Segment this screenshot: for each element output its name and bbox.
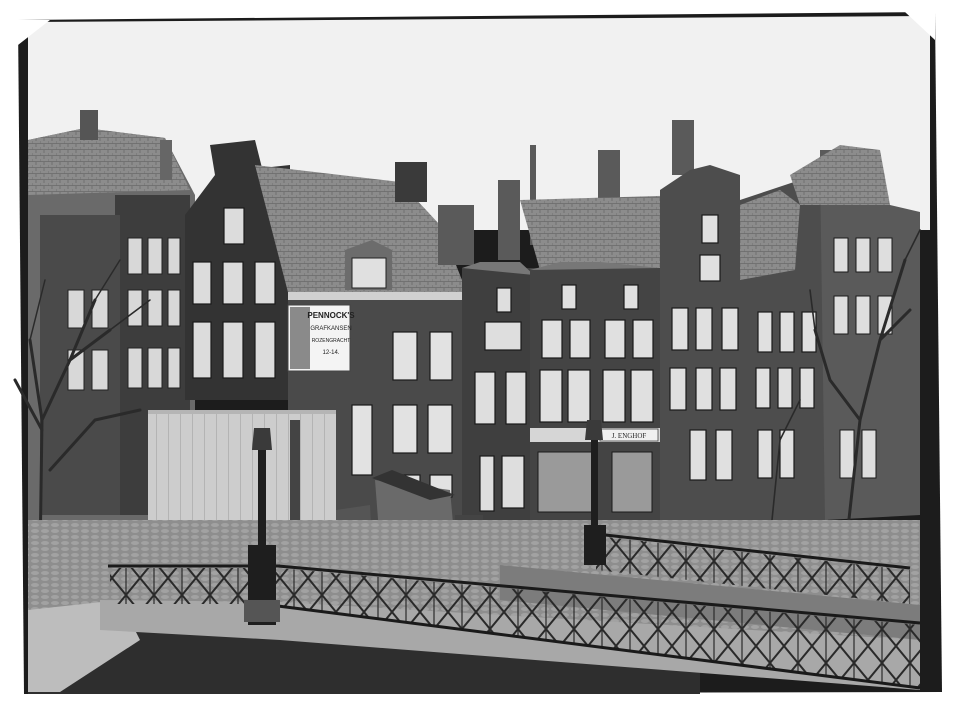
building-center-narrow: [462, 262, 534, 538]
advertising-poster: PENNOCK'S GRAFKANSEN ROZENGRACHT 12-14.: [287, 304, 355, 372]
photo-canvas: PENNOCK'S GRAFKANSEN ROZENGRACHT 12-14.: [0, 0, 960, 722]
poster-line-4: 12-14.: [322, 350, 339, 356]
poster-line-2: GRAFKANSEN: [310, 326, 351, 332]
shop-sign: J. ENGHOF: [612, 432, 647, 440]
poster-line-1: PENNOCK'S: [307, 311, 355, 320]
poster-line-3: ROZENGRACHT: [312, 338, 351, 344]
historic-canal-photograph: PENNOCK'S GRAFKANSEN ROZENGRACHT 12-14.: [0, 0, 960, 722]
